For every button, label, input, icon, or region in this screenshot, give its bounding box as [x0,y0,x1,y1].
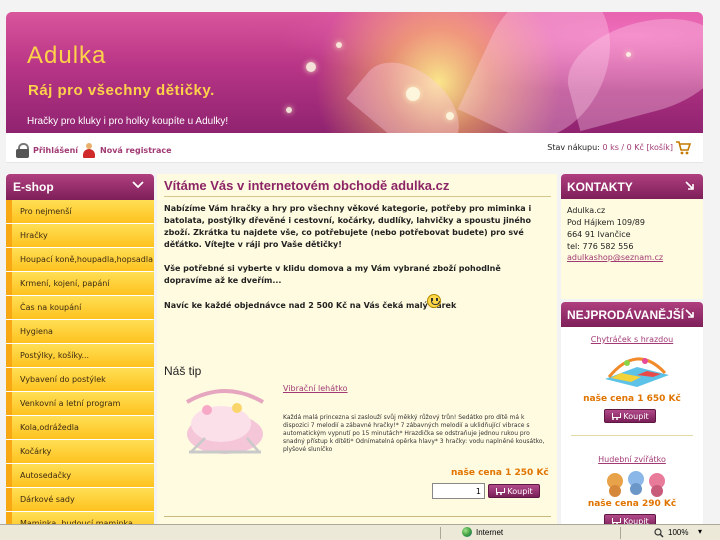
slogan: Ráj pro všechny dětičky. [28,82,215,99]
tip-heading: Náš tip [164,364,202,378]
internet-zone-icon [462,527,472,537]
gift-paragraph: Navíc ke každé objednávce nad 2 500 Kč n… [164,301,457,310]
quantity-input[interactable] [432,483,485,499]
delivery-paragraph: Vše potřebné si vyberte v klidu domova a… [164,264,501,285]
zoom-level[interactable]: 100% [668,528,688,537]
category-item[interactable]: Dárkové sady [6,488,154,512]
chevron-down-icon [132,181,144,189]
intro-paragraph: Nabízíme Vám hračky a hry pro všechny vě… [164,204,532,249]
cart-status: Stav nákupu: 0 ks / 0 Kč [košík] [547,143,673,152]
register-link[interactable]: Nová registrace [82,143,172,158]
zoom-icon[interactable] [654,528,664,538]
arrow-down-right-icon [685,309,694,318]
login-label: Přihlášení [33,146,79,155]
contact-line: tel: 776 582 556 [567,242,634,251]
sparkle [286,107,292,113]
bestsellers-heading: NEJPRODÁVANĚJŠÍ [561,302,703,327]
category-list: Pro nejmenší Hračky Houpací koně,houpadla,… [6,200,154,524]
smiley-icon [427,294,441,308]
tip-product-description: Každá malá princezna si zaslouží svůj mě… [283,414,545,453]
eshop-heading: E-shop [6,174,154,200]
bestseller-link[interactable]: Chytráček s hrazdou [561,335,703,344]
buy-button-label: Koupit [507,486,533,496]
eshop-sidebar: E-shop Pro nejmenší Hračky Houpací koně,ho… [6,174,154,524]
content-divider [164,516,551,517]
login-link[interactable]: Přihlášení [16,143,78,158]
arrow-down-right-icon [685,181,694,190]
tip-product-price: naše cena 1 250 Kč [451,468,549,478]
brand-name[interactable]: Adulka [27,42,106,70]
category-item[interactable]: Hračky [6,224,154,248]
sparkle [626,52,631,57]
title-divider [164,196,551,197]
product-image-plush-animals[interactable] [601,467,671,497]
product-image-bouncer[interactable] [177,382,272,462]
security-zone-label: Internet [476,528,504,537]
sparkle [446,112,454,120]
bestsellers-box: Chytráček s hrazdou naše cena 1 650 Kč K… [561,327,703,540]
tip-product-link[interactable]: Vibrační lehátko [283,384,348,393]
sparkle [306,62,316,72]
category-item[interactable]: Autosedačky [6,464,154,488]
bestseller-link[interactable]: Hudební zvířátko [561,455,703,464]
register-label: Nová registrace [100,146,172,155]
category-item[interactable]: Kočárky [6,440,154,464]
bestseller-price: naše cena 290 Kč [587,499,677,509]
category-item[interactable]: Kola,odrážedla [6,416,154,440]
contacts-title: KONTAKTY [567,180,633,194]
header-banner: Adulka Ráj pro všechny dětičky. Hračky p… [6,12,703,133]
contacts-heading: KONTAKTY [561,174,703,199]
contacts-box: Adulka.cz Pod Hájkem 109/89 664 91 Ivanč… [561,199,703,299]
bestsellers-title: NEJPRODÁVANĚJŠÍ [567,308,685,322]
tagline: Hračky pro kluky i pro holky koupíte u A… [27,116,229,127]
lock-icon [16,143,29,158]
cart-icon [495,487,506,495]
cart-status-link[interactable]: 0 ks / 0 Kč [košík] [602,143,673,152]
contact-line: Adulka.cz [567,206,606,215]
bestseller-buy-button[interactable]: Koupit [604,409,656,423]
browser-status-bar: Internet 100% ▾ [0,524,720,540]
buy-button-label: Koupit [623,411,649,421]
sparkle [336,42,342,48]
category-item[interactable]: Maminka, budoucí maminka [6,512,154,524]
category-item[interactable]: Hygiena [6,320,154,344]
main-content: Vítáme Vás v internetovém obchodě adulka… [157,174,557,524]
contact-line: Pod Hájkem 109/89 [567,218,645,227]
shopping-cart-icon[interactable] [675,139,691,155]
cart-status-label: Stav nákupu: [547,143,600,152]
sparkle [406,87,420,101]
top-bar: Přihlášení Nová registrace Stav nákupu: … [6,133,703,163]
contact-email-link[interactable]: adulkashop@seznam.cz [567,253,697,262]
status-divider [620,527,621,539]
bestseller-price: naše cena 1 650 Kč [583,394,681,404]
status-divider [440,527,441,539]
zoom-dropdown-arrow[interactable]: ▾ [698,527,702,536]
right-sidebar: KONTAKTY Adulka.cz Pod Hájkem 109/89 664… [561,174,703,540]
product-image-play-mat[interactable] [601,349,671,387]
buy-button[interactable]: Koupit [488,484,540,498]
category-item[interactable]: Krmení, kojení, papání [6,272,154,296]
user-icon [82,143,96,158]
eshop-title: E-shop [13,180,54,194]
category-item[interactable]: Venkovní a letní program [6,392,154,416]
category-item[interactable]: Postýlky, košíky... [6,344,154,368]
page-title: Vítáme Vás v internetovém obchodě adulka… [164,178,450,193]
category-item[interactable]: Houpací koně,houpadla,hopsadla [6,248,154,272]
category-item[interactable]: Vybavení do postýlek [6,368,154,392]
category-item[interactable]: Pro nejmenší [6,200,154,224]
cart-icon [611,412,622,420]
category-item[interactable]: Čas na koupání [6,296,154,320]
item-divider [571,435,693,436]
contact-line: 664 91 Ivančice [567,230,631,239]
